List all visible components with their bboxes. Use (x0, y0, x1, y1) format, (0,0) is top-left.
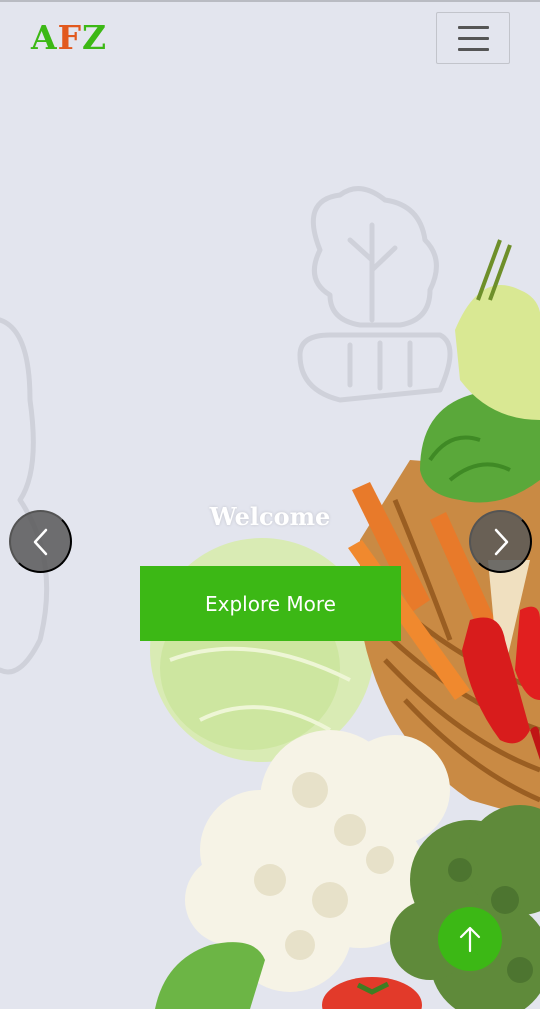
chevron-left-icon (33, 528, 47, 555)
logo-letter-2: F (57, 18, 83, 57)
carousel-prev-button[interactable] (9, 510, 72, 573)
explore-more-button[interactable]: Explore More (140, 566, 401, 641)
menu-toggle-button[interactable] (436, 12, 510, 64)
logo-letter-1: A (31, 18, 58, 57)
carousel-next-button[interactable] (469, 510, 532, 573)
hamburger-menu-icon (457, 25, 489, 29)
chevron-right-icon (494, 528, 508, 555)
brand-logo[interactable]: AFZ (31, 18, 107, 57)
hero-title: Welcome (209, 502, 331, 531)
logo-letter-3: Z (82, 18, 108, 57)
arrow-up-icon (459, 926, 481, 953)
back-to-top-button[interactable] (438, 907, 502, 971)
